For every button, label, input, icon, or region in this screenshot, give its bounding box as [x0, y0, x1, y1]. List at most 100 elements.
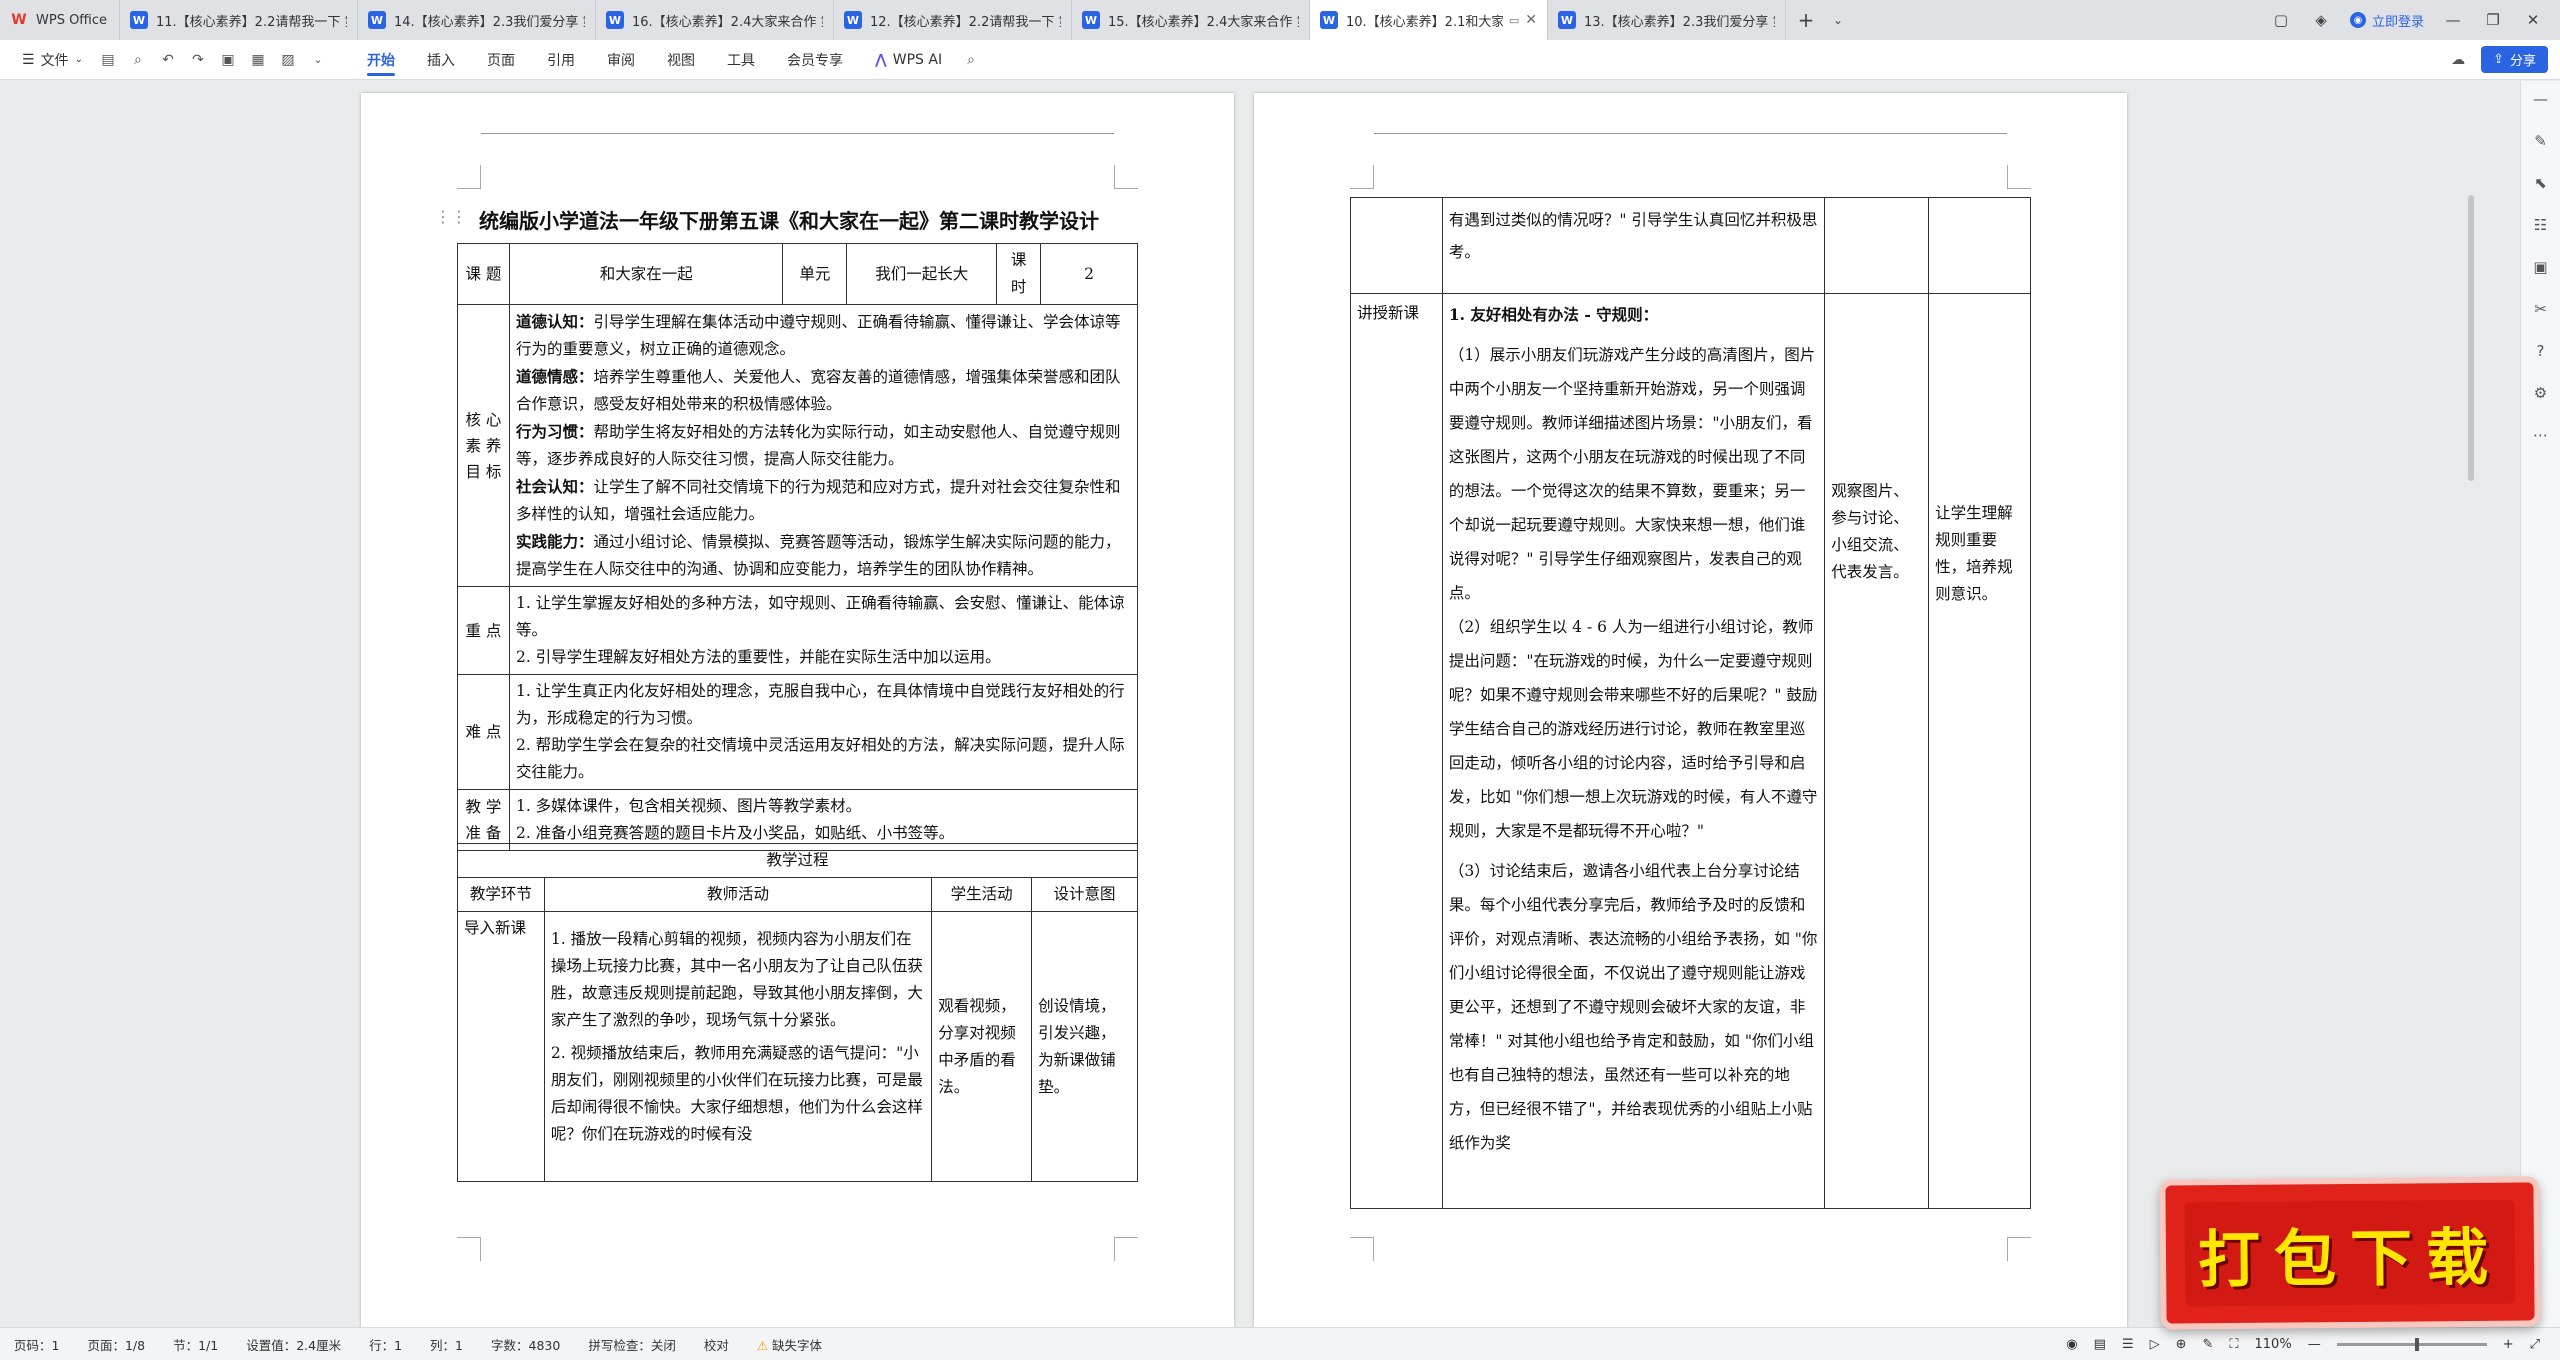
core-goals-label: 核 心 素 养 目 标 [457, 304, 510, 587]
user-icon: ◉ [2349, 12, 2366, 28]
find-replace-icon[interactable]: ⌕ [125, 47, 151, 73]
tab-document[interactable]: W 15.【核心素养】2.4大家来合作 第1课 [1072, 0, 1310, 40]
print-preview-icon[interactable]: ▣ [215, 47, 241, 73]
save-icon[interactable]: ▤ [95, 47, 121, 73]
tab-document[interactable]: W 14.【核心素养】2.3我们爱分享 第2课 [358, 0, 596, 40]
tab-document[interactable]: W 11.【核心素养】2.2请帮我一下 第1课 [120, 0, 358, 40]
tab-document[interactable]: W 16.【核心素养】2.4大家来合作 第2课 [596, 0, 834, 40]
zoom-out-icon[interactable]: — [2308, 1337, 2321, 1352]
key-point: 1. 让学生掌握友好相处的多种方法，如守规则、正确看待输赢、会安慰、懂谦让、能体… [515, 594, 1125, 639]
zoom-slider-knob[interactable] [2414, 1338, 2419, 1351]
goal-head: 实践能力： [515, 532, 594, 551]
status-pages[interactable]: 页面：1/8 [73, 1335, 159, 1354]
login-label: 立即登录 [2371, 14, 2424, 30]
pin-icon[interactable]: ▭ [1509, 14, 1519, 27]
adjust-icon[interactable]: ☷ [2529, 213, 2553, 237]
status-col[interactable]: 列：1 [416, 1335, 477, 1354]
login-button[interactable]: ◉ 立即登录 [2349, 11, 2424, 30]
fit-icon[interactable]: ⛶ [2229, 1337, 2238, 1352]
outline-icon[interactable]: ☰ [2122, 1337, 2134, 1352]
collapse-icon[interactable]: — [2529, 87, 2553, 111]
goal-item: 道德认知：引导学生理解在集体活动中遵守规则、正确看待输赢、懂得谦让、学会体谅等行… [516, 308, 1131, 363]
undo-icon[interactable]: ↶ [155, 47, 181, 73]
ribbon-tab-home[interactable]: 开始 [351, 40, 411, 80]
tab-document[interactable]: W 13.【核心素养】2.3我们爱分享 第1课 [1548, 0, 1786, 40]
wps-logo-icon: W [11, 12, 27, 28]
page-2[interactable]: 有遇到过类似的情况呀？" 引导学生认真回忆并积极思考。 讲授新课 1. 友好相处… [1254, 93, 2127, 1327]
minimize-icon[interactable]: — [2442, 9, 2464, 31]
section-title: 1. 友好相处有办法 - 守规则： [1448, 305, 1659, 324]
status-setting[interactable]: 设置值：2.4厘米 [232, 1335, 355, 1354]
zoom-slider[interactable] [2336, 1338, 2487, 1351]
table-row: 教学过程 [457, 843, 1138, 878]
chevron-down-icon[interactable]: ⌄ [305, 47, 331, 73]
ribbon-tab-insert[interactable]: 插入 [411, 40, 471, 80]
web-view-icon[interactable]: ⊕ [2176, 1337, 2187, 1352]
status-proof[interactable]: 校对 [690, 1335, 743, 1354]
tab-document-active[interactable]: W 10.【核心素养】2.1和大家在一起 ▭ ✕ [1310, 0, 1548, 40]
ribbon-tab-member[interactable]: 会员专享 [771, 40, 859, 80]
goal-head: 行为习惯： [515, 422, 594, 441]
status-page-no[interactable]: 页码：1 [0, 1335, 73, 1354]
drag-handle-icon[interactable]: ⋮⋮ [435, 207, 467, 226]
banner-inner: 打包下载 [2184, 1199, 2516, 1307]
status-row[interactable]: 行：1 [355, 1335, 416, 1354]
zoom-in-icon[interactable]: + [2503, 1337, 2514, 1352]
restore-icon[interactable]: ❐ [2482, 9, 2504, 31]
play-icon[interactable]: ▷ [2150, 1337, 2160, 1352]
close-icon[interactable]: ✕ [1525, 12, 1537, 28]
tab-label: 10.【核心素养】2.1和大家在一起 [1346, 14, 1503, 30]
wps-ai-button[interactable]: ⋀ WPS AI [859, 52, 958, 68]
tab-bar: W WPS Office W 11.【核心素养】2.2请帮我一下 第1课 W 1… [0, 0, 2560, 40]
tab-label: 11.【核心素养】2.2请帮我一下 第1课 [156, 14, 347, 30]
prep-cell: 1. 多媒体课件，包含相关视频、图片等教学素材。 2. 准备小组竞赛答题的题目卡… [508, 789, 1139, 851]
review-icon[interactable]: ▣ [2529, 255, 2553, 279]
ribbon-tabs: 开始 插入 页面 引用 审阅 视图 工具 会员专享 ⋀ WPS AI ⌕ [351, 40, 984, 80]
vertical-scrollbar[interactable] [2468, 195, 2474, 481]
help-icon[interactable]: ? [2529, 339, 2553, 363]
tools-icon[interactable]: ✂ [2529, 297, 2553, 321]
chevron-down-icon[interactable]: ⌄ [1826, 0, 1850, 40]
tab-document[interactable]: W 12.【核心素养】2.2请帮我一下 第2课 [834, 0, 1072, 40]
new-tab-button[interactable]: + [1786, 0, 1826, 40]
close-window-icon[interactable]: ✕ [2522, 9, 2544, 31]
doc-icon: W [130, 11, 148, 29]
status-missing-font[interactable]: ⚠ 缺失字体 [743, 1335, 836, 1354]
share-icon: ⇪ [2493, 52, 2504, 67]
redo-icon[interactable]: ↷ [185, 47, 211, 73]
pen-icon[interactable]: ✎ [2203, 1337, 2214, 1352]
goal-text: 培养学生尊重他人、关爱他人、宽容友善的道德情感，增强集体荣誉感和团队合作意识，感… [515, 368, 1121, 413]
goal-head: 道德认知： [515, 312, 594, 331]
download-banner[interactable]: 打包下载 [2159, 1176, 2541, 1330]
ribbon-tab-review[interactable]: 审阅 [591, 40, 651, 80]
core-goals-cell: 道德认知：引导学生理解在集体活动中遵守规则、正确看待输赢、懂得谦让、学会体谅等行… [508, 304, 1139, 587]
page-1[interactable]: ⋮⋮ 统编版小学道法一年级下册第五课《和大家在一起》第二课时教学设计 课 题 和… [361, 93, 1234, 1327]
more-icon[interactable]: ⋯ [2529, 423, 2553, 447]
status-section[interactable]: 节：1/1 [159, 1335, 232, 1354]
search-icon[interactable]: ⌕ [958, 47, 984, 73]
window-layout-icon[interactable]: ▢ [2270, 9, 2292, 31]
settings-icon[interactable]: ⚙ [2529, 381, 2553, 405]
ribbon-tab-view[interactable]: 视图 [651, 40, 711, 80]
right-toolbar: — ✎ ⬉ ☷ ▣ ✂ ? ⚙ ⋯ [2520, 81, 2560, 1327]
ribbon-tab-page[interactable]: 页面 [471, 40, 531, 80]
zoom-value[interactable]: 110% [2255, 1337, 2292, 1352]
ribbon-tab-tools[interactable]: 工具 [711, 40, 771, 80]
status-spell[interactable]: 拼写检查：关闭 [574, 1335, 690, 1354]
edit-icon[interactable]: ✎ [2529, 129, 2553, 153]
page-view-icon[interactable]: ▤ [2094, 1337, 2106, 1352]
eye-icon[interactable]: ◉ [2066, 1337, 2077, 1352]
fullscreen-icon[interactable]: ⤢ [2530, 1337, 2540, 1352]
tab-home[interactable]: W WPS Office [0, 0, 120, 40]
file-menu-button[interactable]: ☰ 文件 ⌄ [14, 46, 91, 74]
ribbon: ☰ 文件 ⌄ ▤ ⌕ ↶ ↷ ▣ ▦ ▨ ⌄ 开始 插入 页面 引用 审阅 视图… [0, 40, 2560, 80]
image-icon[interactable]: ▨ [275, 47, 301, 73]
share-button[interactable]: ⇪ 分享 [2481, 46, 2548, 73]
export-pdf-icon[interactable]: ▦ [245, 47, 271, 73]
status-words[interactable]: 字数：4830 [477, 1335, 574, 1354]
document-area[interactable]: ⋮⋮ 统编版小学道法一年级下册第五课《和大家在一起》第二课时教学设计 课 题 和… [0, 81, 2520, 1327]
skin-icon[interactable]: ◈ [2310, 9, 2332, 31]
cloud-sync-icon[interactable]: ☁ [2445, 47, 2471, 73]
select-icon[interactable]: ⬉ [2529, 171, 2553, 195]
ribbon-tab-reference[interactable]: 引用 [531, 40, 591, 80]
